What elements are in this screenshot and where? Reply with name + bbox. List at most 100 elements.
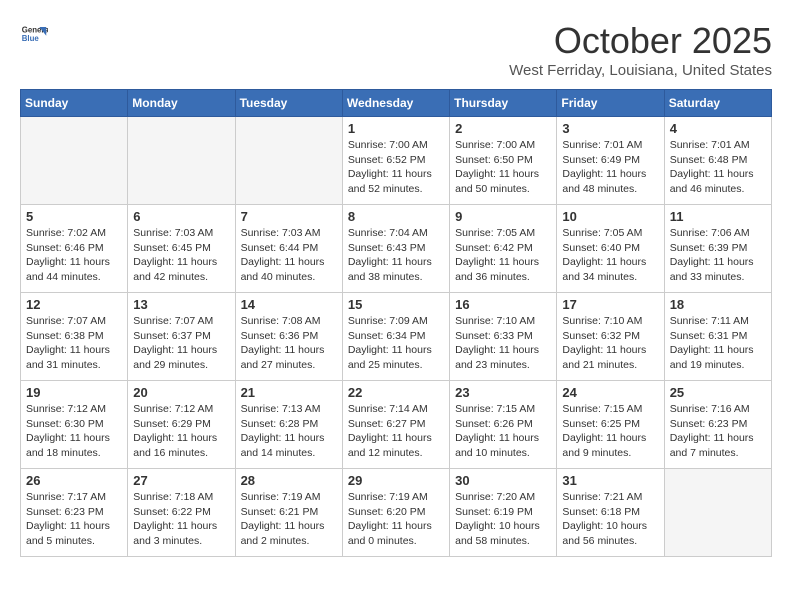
calendar-cell: 1 Sunrise: 7:00 AMSunset: 6:52 PMDaylight… [342,117,449,205]
calendar-cell: 21 Sunrise: 7:13 AMSunset: 6:28 PMDayligh… [235,381,342,469]
page-header: General Blue October 2025 West Ferriday,… [20,20,772,79]
day-number: 5 [26,209,122,224]
calendar-cell: 8Sunrise: 7:04 AMSunset: 6:43 PMDaylight… [342,205,449,293]
calendar-cell: 12 Sunrise: 7:07 AMSunset: 6:38 PMDayligh… [21,293,128,381]
calendar-table: SundayMondayTuesdayWednesdayThursdayFrid… [20,89,772,557]
col-header-sunday: Sunday [21,90,128,117]
calendar-cell: 14 Sunrise: 7:08 AMSunset: 6:36 PMDayligh… [235,293,342,381]
calendar-cell: 20 Sunrise: 7:12 AMSunset: 6:29 PMDayligh… [128,381,235,469]
calendar-cell [21,117,128,205]
calendar-cell: 11 Sunrise: 7:06 AMSunset: 6:39 PMDayligh… [664,205,771,293]
calendar-cell: 4 Sunrise: 7:01 AMSunset: 6:48 PMDaylight… [664,117,771,205]
day-number: 3 [562,121,658,136]
day-info: Sunrise: 7:10 AMSunset: 6:33 PMDaylight:… [455,314,551,373]
calendar-cell: 19 Sunrise: 7:12 AMSunset: 6:30 PMDayligh… [21,381,128,469]
col-header-saturday: Saturday [664,90,771,117]
calendar-cell: 17Sunrise: 7:10 AMSunset: 6:32 PMDayligh… [557,293,664,381]
day-number: 17 [562,297,658,312]
day-info: Sunrise: 7:05 AMSunset: 6:40 PMDaylight:… [562,226,658,285]
calendar-cell: 28 Sunrise: 7:19 AMSunset: 6:21 PMDayligh… [235,469,342,557]
logo: General Blue [20,20,48,48]
calendar-cell: 25 Sunrise: 7:16 AMSunset: 6:23 PMDayligh… [664,381,771,469]
day-number: 26 [26,473,122,488]
day-info: Sunrise: 7:19 AMSunset: 6:20 PMDaylight:… [348,490,444,549]
day-info: Sunrise: 7:16 AMSunset: 6:23 PMDaylight:… [670,402,766,461]
day-info: Sunrise: 7:06 AMSunset: 6:39 PMDaylight:… [670,226,766,285]
day-number: 18 [670,297,766,312]
day-number: 12 [26,297,122,312]
day-number: 19 [26,385,122,400]
day-info: Sunrise: 7:20 AMSunset: 6:19 PMDaylight:… [455,490,551,549]
day-info: Sunrise: 7:03 AMSunset: 6:44 PMDaylight:… [241,226,337,285]
calendar-cell: 30 Sunrise: 7:20 AMSunset: 6:19 PMDayligh… [450,469,557,557]
day-number: 24 [562,385,658,400]
calendar-cell: 27Sunrise: 7:18 AMSunset: 6:22 PMDayligh… [128,469,235,557]
day-number: 25 [670,385,766,400]
calendar-cell: 7 Sunrise: 7:03 AMSunset: 6:44 PMDaylight… [235,205,342,293]
day-info: Sunrise: 7:08 AMSunset: 6:36 PMDaylight:… [241,314,337,373]
location: West Ferriday, Louisiana, United States [509,62,772,79]
day-info: Sunrise: 7:15 AMSunset: 6:25 PMDaylight:… [562,402,658,461]
col-header-friday: Friday [557,90,664,117]
calendar-cell: 23Sunrise: 7:15 AMSunset: 6:26 PMDayligh… [450,381,557,469]
day-info: Sunrise: 7:01 AMSunset: 6:48 PMDaylight:… [670,138,766,197]
day-info: Sunrise: 7:21 AMSunset: 6:18 PMDaylight:… [562,490,658,549]
day-number: 14 [241,297,337,312]
day-info: Sunrise: 7:15 AMSunset: 6:26 PMDaylight:… [455,402,551,461]
day-info: Sunrise: 7:11 AMSunset: 6:31 PMDaylight:… [670,314,766,373]
calendar-cell: 10Sunrise: 7:05 AMSunset: 6:40 PMDayligh… [557,205,664,293]
day-info: Sunrise: 7:12 AMSunset: 6:29 PMDaylight:… [133,402,229,461]
day-number: 2 [455,121,551,136]
day-number: 31 [562,473,658,488]
day-number: 4 [670,121,766,136]
day-info: Sunrise: 7:09 AMSunset: 6:34 PMDaylight:… [348,314,444,373]
day-number: 20 [133,385,229,400]
day-info: Sunrise: 7:07 AMSunset: 6:37 PMDaylight:… [133,314,229,373]
day-info: Sunrise: 7:19 AMSunset: 6:21 PMDaylight:… [241,490,337,549]
calendar-cell: 5 Sunrise: 7:02 AMSunset: 6:46 PMDaylight… [21,205,128,293]
day-info: Sunrise: 7:03 AMSunset: 6:45 PMDaylight:… [133,226,229,285]
calendar-cell: 26 Sunrise: 7:17 AMSunset: 6:23 PMDayligh… [21,469,128,557]
day-info: Sunrise: 7:05 AMSunset: 6:42 PMDaylight:… [455,226,551,285]
day-number: 11 [670,209,766,224]
day-info: Sunrise: 7:00 AMSunset: 6:52 PMDaylight:… [348,138,444,197]
day-number: 28 [241,473,337,488]
day-number: 22 [348,385,444,400]
day-number: 16 [455,297,551,312]
day-info: Sunrise: 7:18 AMSunset: 6:22 PMDaylight:… [133,490,229,549]
day-info: Sunrise: 7:12 AMSunset: 6:30 PMDaylight:… [26,402,122,461]
day-number: 13 [133,297,229,312]
day-number: 30 [455,473,551,488]
day-info: Sunrise: 7:14 AMSunset: 6:27 PMDaylight:… [348,402,444,461]
day-number: 1 [348,121,444,136]
day-info: Sunrise: 7:01 AMSunset: 6:49 PMDaylight:… [562,138,658,197]
calendar-cell: 2 Sunrise: 7:00 AMSunset: 6:50 PMDaylight… [450,117,557,205]
calendar-cell: 3 Sunrise: 7:01 AMSunset: 6:49 PMDaylight… [557,117,664,205]
calendar-cell: 15 Sunrise: 7:09 AMSunset: 6:34 PMDayligh… [342,293,449,381]
calendar-cell: 24 Sunrise: 7:15 AMSunset: 6:25 PMDayligh… [557,381,664,469]
day-number: 29 [348,473,444,488]
day-number: 6 [133,209,229,224]
calendar-cell: 13 Sunrise: 7:07 AMSunset: 6:37 PMDayligh… [128,293,235,381]
calendar-cell [235,117,342,205]
day-info: Sunrise: 7:07 AMSunset: 6:38 PMDaylight:… [26,314,122,373]
calendar-cell [128,117,235,205]
calendar-cell: 6 Sunrise: 7:03 AMSunset: 6:45 PMDaylight… [128,205,235,293]
calendar-cell: 16 Sunrise: 7:10 AMSunset: 6:33 PMDayligh… [450,293,557,381]
day-number: 15 [348,297,444,312]
calendar-cell: 22 Sunrise: 7:14 AMSunset: 6:27 PMDayligh… [342,381,449,469]
day-info: Sunrise: 7:02 AMSunset: 6:46 PMDaylight:… [26,226,122,285]
day-info: Sunrise: 7:13 AMSunset: 6:28 PMDaylight:… [241,402,337,461]
day-number: 7 [241,209,337,224]
day-info: Sunrise: 7:00 AMSunset: 6:50 PMDaylight:… [455,138,551,197]
col-header-tuesday: Tuesday [235,90,342,117]
calendar-cell: 18 Sunrise: 7:11 AMSunset: 6:31 PMDayligh… [664,293,771,381]
month-title: October 2025 [509,20,772,62]
day-number: 21 [241,385,337,400]
calendar-cell: 9 Sunrise: 7:05 AMSunset: 6:42 PMDaylight… [450,205,557,293]
day-info: Sunrise: 7:04 AMSunset: 6:43 PMDaylight:… [348,226,444,285]
day-info: Sunrise: 7:17 AMSunset: 6:23 PMDaylight:… [26,490,122,549]
day-number: 9 [455,209,551,224]
col-header-wednesday: Wednesday [342,90,449,117]
calendar-cell: 31 Sunrise: 7:21 AMSunset: 6:18 PMDayligh… [557,469,664,557]
